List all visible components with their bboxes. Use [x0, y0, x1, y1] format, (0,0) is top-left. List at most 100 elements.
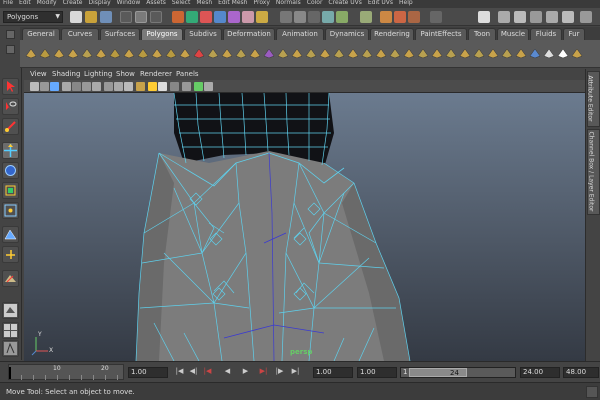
panel-menu-show[interactable]: Show [116, 69, 135, 80]
toggle-outliner-icon[interactable] [562, 11, 574, 23]
menu-color[interactable]: Color [304, 0, 326, 6]
render-settings-icon[interactable] [408, 11, 420, 23]
single-perspective-layout-icon[interactable] [2, 302, 19, 319]
range-slider-handle[interactable]: 24 [409, 368, 467, 377]
mask-rendering-icon[interactable] [256, 11, 268, 23]
toggle-help-icon[interactable] [580, 11, 592, 23]
shelf-tab-animation[interactable]: Animation [276, 28, 324, 40]
textured-icon[interactable] [136, 82, 145, 91]
save-scene-icon[interactable] [100, 11, 112, 23]
open-scene-icon[interactable] [85, 11, 97, 23]
move-tool-icon[interactable] [2, 142, 19, 159]
universal-manipulator-icon[interactable] [2, 202, 19, 219]
menu-modify[interactable]: Modify [34, 0, 60, 6]
go-to-start-icon[interactable]: |◀ [174, 366, 185, 377]
select-hierarchy-icon[interactable] [120, 11, 132, 23]
toggle-attribute-editor-icon[interactable] [498, 11, 510, 23]
snap-grid-icon[interactable] [280, 11, 292, 23]
camera-attributes-icon[interactable] [30, 82, 39, 91]
rotate-tool-icon[interactable] [2, 162, 19, 179]
shelf-tab-general[interactable]: General [22, 28, 60, 40]
shelf-tab-dynamics[interactable]: Dynamics [325, 28, 369, 40]
mask-deformers-icon[interactable] [228, 11, 240, 23]
shelf-tab-fluids[interactable]: Fluids [530, 28, 562, 40]
panel-menu-panels[interactable]: Panels [176, 69, 199, 80]
channel-box-layer-editor-tab[interactable]: Channel Box / Layer Editor [587, 129, 600, 215]
playback-start-field[interactable]: 1.00 [357, 367, 397, 378]
soft-modification-tool-icon[interactable] [2, 226, 19, 243]
bookmark-icon[interactable] [40, 82, 49, 91]
four-view-layout-icon[interactable] [2, 322, 19, 339]
step-back-key-icon[interactable]: |◀ [202, 366, 213, 377]
menu-edit-uvs[interactable]: Edit UVs [365, 0, 396, 6]
film-gate-icon[interactable] [72, 82, 81, 91]
snap-point-icon[interactable] [308, 11, 320, 23]
menu-help[interactable]: Help [396, 0, 416, 6]
shelf-tab-painteffects[interactable]: PaintEffects [415, 28, 467, 40]
menu-proxy[interactable]: Proxy [250, 0, 272, 6]
select-tool-icon[interactable] [2, 78, 19, 95]
attribute-editor-tab[interactable]: Attribute Editor [587, 71, 600, 127]
play-backwards-icon[interactable]: ◀ [222, 366, 233, 377]
mask-handles-icon[interactable] [172, 11, 184, 23]
step-forward-key-icon[interactable]: ▶| [258, 366, 269, 377]
shelf-tab-rendering[interactable]: Rendering [370, 28, 414, 40]
shelf-tab-surfaces[interactable]: Surfaces [100, 28, 140, 40]
step-back-frame-icon[interactable]: ◀| [188, 366, 199, 377]
animation-end-field[interactable]: 48.00 [563, 367, 599, 378]
perspective-viewport[interactable]: Y X persp [24, 93, 585, 361]
shelf-editor-icon[interactable] [6, 45, 15, 54]
panel-menu-renderer[interactable]: Renderer [140, 69, 172, 80]
toggle-tool-settings-icon[interactable] [514, 11, 526, 23]
paint-select-tool-icon[interactable] [2, 118, 19, 135]
mask-surfaces-icon[interactable] [214, 11, 226, 23]
shadows-icon[interactable] [158, 82, 167, 91]
grid-icon[interactable] [62, 82, 71, 91]
panel-menu-shading[interactable]: Shading [52, 69, 80, 80]
play-forwards-icon[interactable]: ▶ [240, 366, 251, 377]
snap-view-plane-icon[interactable] [322, 11, 334, 23]
shelf-tab-polygons[interactable]: Polygons [141, 28, 183, 40]
menu-set-select[interactable]: Polygons ▼ [3, 11, 63, 23]
menu-display[interactable]: Display [86, 0, 114, 6]
shelf-tab-curves[interactable]: Curves [61, 28, 99, 40]
use-all-lights-icon[interactable] [148, 82, 157, 91]
playback-end-field[interactable]: 24.00 [520, 367, 560, 378]
panel-menu-view[interactable]: View [30, 69, 47, 80]
mask-joints-icon[interactable] [186, 11, 198, 23]
shelf-tab-toon[interactable]: Toon [468, 28, 496, 40]
select-component-icon[interactable] [150, 11, 162, 23]
image-plane-icon[interactable] [50, 82, 59, 91]
script-editor-icon[interactable] [586, 386, 598, 398]
snap-curve-icon[interactable] [294, 11, 306, 23]
shelf-tab-deformation[interactable]: Deformation [223, 28, 275, 40]
xray-icon[interactable] [170, 82, 179, 91]
smooth-shade-icon[interactable] [114, 82, 123, 91]
wireframe-on-shaded-icon[interactable] [124, 82, 133, 91]
toggle-layer-editor-icon[interactable] [546, 11, 558, 23]
ipr-render-icon[interactable] [394, 11, 406, 23]
scale-tool-icon[interactable] [2, 182, 19, 199]
wireframe-icon[interactable] [104, 82, 113, 91]
shelf-tab-muscle[interactable]: Muscle [497, 28, 529, 40]
go-to-end-icon[interactable]: ▶| [290, 366, 301, 377]
input-line-icon[interactable] [430, 11, 442, 23]
current-time-indicator[interactable] [9, 367, 11, 379]
shelf-tab-menu-icon[interactable] [6, 30, 15, 39]
anti-aliasing-icon[interactable] [204, 82, 213, 91]
animation-start-field[interactable]: 1.00 [313, 367, 353, 378]
menu-assets[interactable]: Assets [143, 0, 169, 6]
show-modeling-toolkit-icon[interactable] [478, 11, 490, 23]
menu-select[interactable]: Select [169, 0, 194, 6]
panel-menu-lighting[interactable]: Lighting [84, 69, 112, 80]
select-object-icon[interactable] [135, 11, 147, 23]
new-scene-icon[interactable] [70, 11, 82, 23]
current-frame-field[interactable]: 1.00 [128, 367, 168, 378]
isolate-select-icon[interactable] [182, 82, 191, 91]
render-current-icon[interactable] [380, 11, 392, 23]
menu-edit-mesh[interactable]: Edit Mesh [215, 0, 250, 6]
uv-shell-icon[interactable] [570, 46, 586, 60]
make-live-icon[interactable] [336, 11, 348, 23]
menu-file[interactable]: File [0, 0, 16, 6]
persp-outliner-layout-icon[interactable] [2, 340, 19, 357]
